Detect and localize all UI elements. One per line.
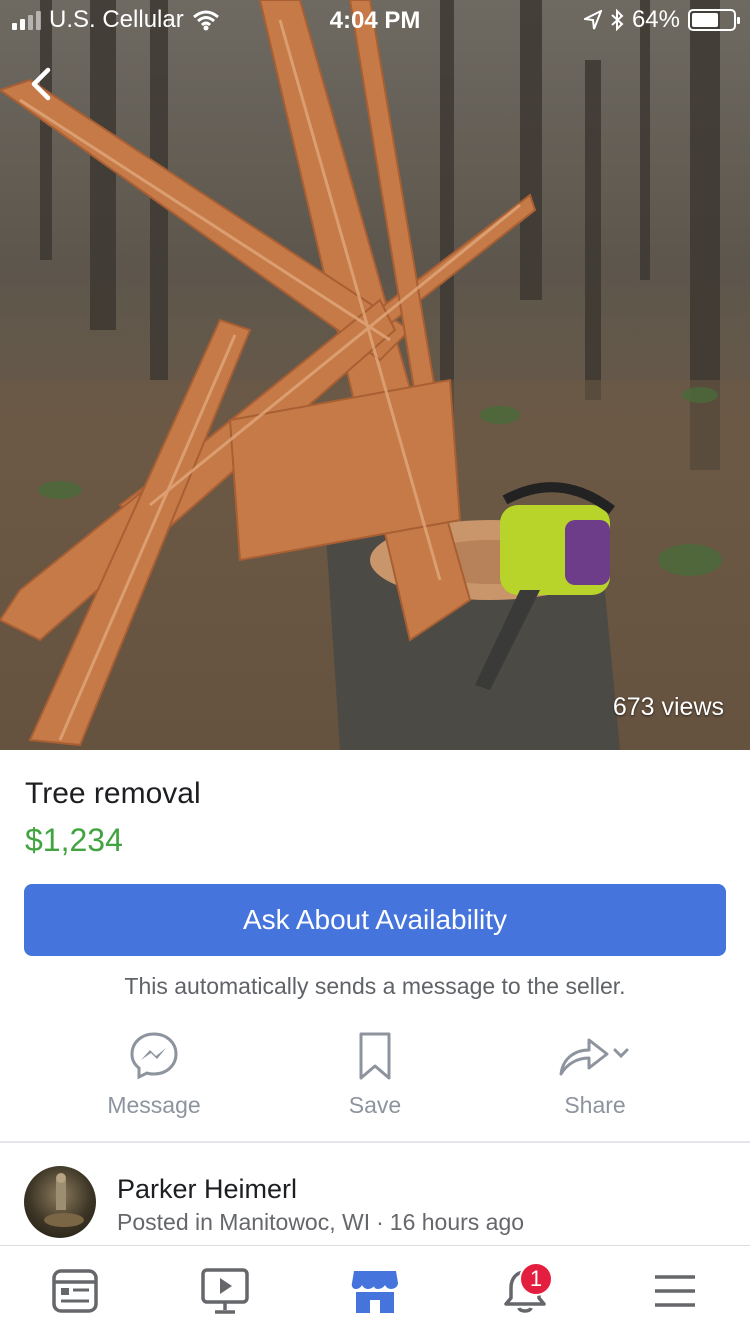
- seller-meta: Posted in Manitowoc, WI · 16 hours ago: [117, 1209, 524, 1236]
- tab-marketplace[interactable]: [345, 1264, 405, 1318]
- seller-avatar[interactable]: [24, 1166, 96, 1238]
- message-label: Message: [107, 1092, 201, 1118]
- posted-location: Posted in Manitowoc, WI: [117, 1209, 371, 1235]
- bluetooth-icon: [611, 9, 624, 31]
- location-arrow-icon: [583, 10, 602, 30]
- save-button[interactable]: Save: [295, 1030, 455, 1119]
- news-feed-icon: [52, 1269, 98, 1313]
- notification-badge: 1: [519, 1262, 553, 1296]
- meta-separator: ·: [376, 1209, 384, 1235]
- back-chevron-icon[interactable]: [24, 64, 64, 104]
- ask-availability-label: Ask About Availability: [242, 904, 508, 935]
- tab-news-feed[interactable]: [45, 1264, 105, 1318]
- listing-title: Tree removal: [25, 777, 201, 810]
- status-bar: U.S. Cellular 4:04 PM 64%: [0, 0, 750, 40]
- messenger-icon: [130, 1032, 178, 1080]
- tree-stump-photo: [0, 0, 750, 750]
- save-label: Save: [348, 1092, 402, 1118]
- marketplace-icon: [351, 1271, 398, 1313]
- tab-menu[interactable]: [645, 1264, 705, 1318]
- section-divider: [0, 1141, 750, 1143]
- views-count: 673 views: [612, 693, 724, 721]
- bottom-tab-bar: 1: [0, 1245, 750, 1334]
- seller-info[interactable]: Parker Heimerl Posted in Manitowoc, WI · 1…: [24, 1166, 724, 1246]
- watch-icon: [201, 1268, 249, 1314]
- ask-availability-button[interactable]: Ask About Availability: [24, 884, 726, 956]
- share-label: Share: [564, 1092, 626, 1118]
- posted-time: 16 hours ago: [389, 1209, 525, 1235]
- menu-icon: [655, 1275, 695, 1307]
- bookmark-icon: [359, 1032, 391, 1080]
- message-button[interactable]: Message: [74, 1030, 234, 1119]
- listing-price: $1,234: [25, 822, 123, 858]
- auto-message-note: This automatically sends a message to th…: [124, 973, 626, 999]
- action-row: Message Save Share: [0, 1030, 750, 1130]
- share-icon: [559, 1038, 629, 1076]
- share-button[interactable]: Share: [515, 1030, 675, 1119]
- listing-photo[interactable]: U.S. Cellular 4:04 PM 64% 673 views: [0, 0, 750, 750]
- battery-icon: [688, 9, 740, 31]
- seller-name[interactable]: Parker Heimerl: [117, 1174, 297, 1205]
- tab-watch[interactable]: [195, 1264, 255, 1318]
- tab-notifications[interactable]: 1: [495, 1262, 555, 1318]
- battery-percent: 64%: [631, 6, 680, 33]
